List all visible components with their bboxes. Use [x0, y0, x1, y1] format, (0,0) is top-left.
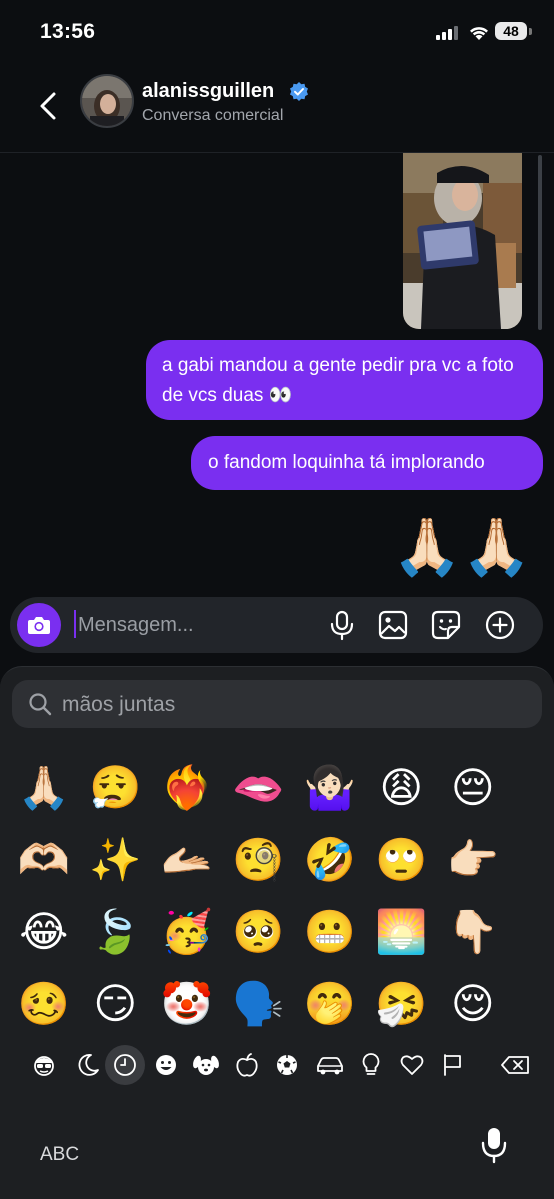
heart-icon[interactable] — [392, 1045, 432, 1085]
camera-button[interactable] — [17, 603, 61, 647]
emoji-category-bar — [18, 1045, 538, 1089]
cellular-signal-icon — [436, 26, 458, 40]
microphone-icon[interactable] — [326, 609, 358, 641]
verified-badge-icon — [290, 82, 308, 101]
wifi-icon — [470, 27, 488, 40]
emoji-key[interactable]: 😩 — [366, 752, 438, 824]
sticker-icon[interactable] — [430, 609, 462, 641]
emoji-key[interactable]: 🗣️ — [223, 968, 295, 1040]
chat-header: alanissguillen Conversa comercial — [0, 62, 554, 153]
emoji-row: 😂 🍃 🥳 🥺 😬 🌅 👇🏻 — [8, 896, 548, 968]
emoji-search-bar — [12, 680, 542, 728]
emoji-key[interactable]: 😔 — [437, 752, 509, 824]
emoji-key[interactable]: 🤷🏻‍♀️ — [294, 752, 366, 824]
dictation-microphone-icon[interactable] — [480, 1125, 508, 1165]
back-arrow-icon[interactable] — [34, 86, 64, 126]
thread-scrollbar[interactable] — [538, 155, 542, 330]
emoji-key[interactable]: 🫦 — [223, 752, 295, 824]
moon-icon[interactable] — [68, 1045, 108, 1085]
emoji-key[interactable]: 🍃 — [80, 896, 152, 968]
dog-icon[interactable] — [186, 1045, 226, 1085]
emoji-key[interactable]: 🥺 — [223, 896, 295, 968]
shared-photo[interactable] — [403, 153, 522, 329]
camera-icon — [28, 617, 50, 634]
emoji-key[interactable]: 🤡 — [151, 968, 223, 1040]
emoji-row: 🙏🏻 😮‍💨 ❤️‍🔥 🫦 🤷🏻‍♀️ 😩 😔 — [8, 752, 548, 824]
emoji-message[interactable]: 🙏🏻🙏🏻 — [392, 512, 531, 584]
emoji-key[interactable]: 🥴 — [8, 968, 80, 1040]
emoji-search-input[interactable] — [60, 686, 504, 724]
battery-indicator: 48 — [495, 22, 527, 40]
recent-category[interactable] — [105, 1045, 145, 1085]
username[interactable]: alanissguillen — [142, 80, 274, 103]
emoji-key[interactable]: 🫴🏻 — [151, 824, 223, 896]
emoji-key[interactable]: 👉🏻 — [437, 824, 509, 896]
message-bubble[interactable]: o fandom loquinha tá implorando — [191, 436, 543, 490]
emoji-row: 🫶🏻 ✨ 🫴🏻 🧐 🤣 🙄 👉🏻 — [8, 824, 548, 896]
emoji-key[interactable]: 😌 — [437, 968, 509, 1040]
emoji-key[interactable]: 🤧 — [366, 968, 438, 1040]
emoji-key[interactable]: 👇🏻 — [437, 896, 509, 968]
emoji-row: 🥴 😏 🤡 🗣️ 🤭 🤧 😌 — [8, 968, 548, 1040]
emoji-key[interactable]: 🙏🏻 — [8, 752, 80, 824]
abc-keyboard-toggle[interactable]: ABC — [40, 1144, 79, 1166]
backspace-icon[interactable] — [496, 1045, 536, 1085]
plus-icon[interactable] — [484, 609, 516, 641]
emoji-key[interactable]: 🤭 — [294, 968, 366, 1040]
flag-icon[interactable] — [432, 1045, 472, 1085]
status-time: 13:56 — [40, 20, 96, 43]
gallery-icon[interactable] — [377, 609, 409, 641]
smiley-icon[interactable] — [146, 1045, 186, 1085]
emoji-key[interactable]: 🤣 — [294, 824, 366, 896]
emoji-key[interactable]: 😂 — [8, 896, 80, 968]
clock-icon — [114, 1054, 136, 1076]
emoji-key[interactable]: 🧐 — [223, 824, 295, 896]
lightbulb-icon[interactable] — [351, 1045, 391, 1085]
emoji-key[interactable]: 😏 — [80, 968, 152, 1040]
emoji-key[interactable]: ✨ — [80, 824, 152, 896]
battery-tip — [529, 28, 532, 35]
status-bar: 13:56 48 — [0, 0, 554, 62]
message-input[interactable] — [76, 607, 318, 643]
emoji-key[interactable]: 🌅 — [366, 896, 438, 968]
emoji-keyboard: 🙏🏻😮‍💨❤️‍🔥🫦🤷🏻‍♀️😩😔🫶🏻✨🫴🏻🧐🤣🙄👉🏻😂🍃🥳🥺😬🌅👇🏻🥴😏🤡🗣️… — [0, 666, 554, 1199]
emoji-key[interactable]: 🥳 — [151, 896, 223, 968]
emoji-key[interactable]: 😮‍💨 — [80, 752, 152, 824]
apple-icon[interactable] — [227, 1045, 267, 1085]
emoji-key[interactable]: 😬 — [294, 896, 366, 968]
message-bubble[interactable]: a gabi mandou a gente pedir pra vc a fot… — [146, 340, 543, 420]
message-composer — [10, 597, 543, 653]
emoji-key[interactable]: 🙄 — [366, 824, 438, 896]
soccer-ball-icon[interactable] — [267, 1045, 307, 1085]
emoji-key[interactable]: ❤️‍🔥 — [151, 752, 223, 824]
memoji-icon[interactable] — [24, 1045, 64, 1085]
account-type-label: Conversa comercial — [142, 107, 284, 124]
search-icon — [29, 693, 52, 716]
avatar[interactable] — [80, 74, 134, 128]
car-icon[interactable] — [310, 1045, 350, 1085]
emoji-key[interactable]: 🫶🏻 — [8, 824, 80, 896]
emoji-grid: 🙏🏻 😮‍💨 ❤️‍🔥 🫦 🤷🏻‍♀️ 😩 😔 🫶🏻 ✨ 🫴🏻 🧐 🤣 🙄 👉🏻 😂 🍃 🥳 🥺 😬 🌅 👇🏻 🥴 😏 🤡 🗣️… — [8, 752, 548, 1040]
